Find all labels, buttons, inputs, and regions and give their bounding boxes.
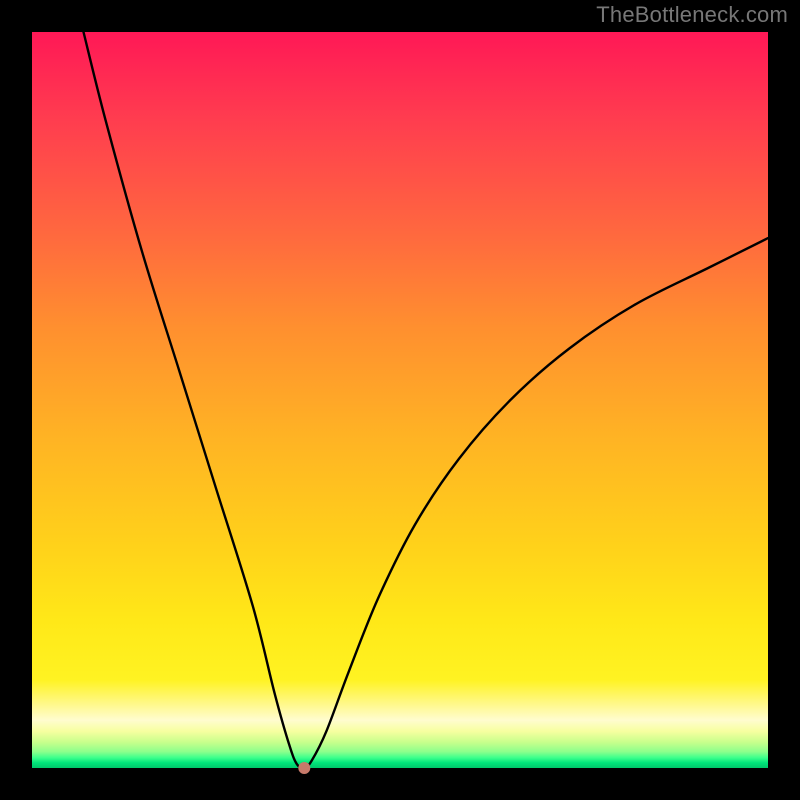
watermark-text: TheBottleneck.com <box>596 2 788 28</box>
curve-layer <box>32 32 768 768</box>
plot-area <box>32 32 768 768</box>
bottleneck-curve <box>84 32 769 768</box>
outer-frame: TheBottleneck.com <box>0 0 800 800</box>
min-point-marker <box>298 762 310 774</box>
